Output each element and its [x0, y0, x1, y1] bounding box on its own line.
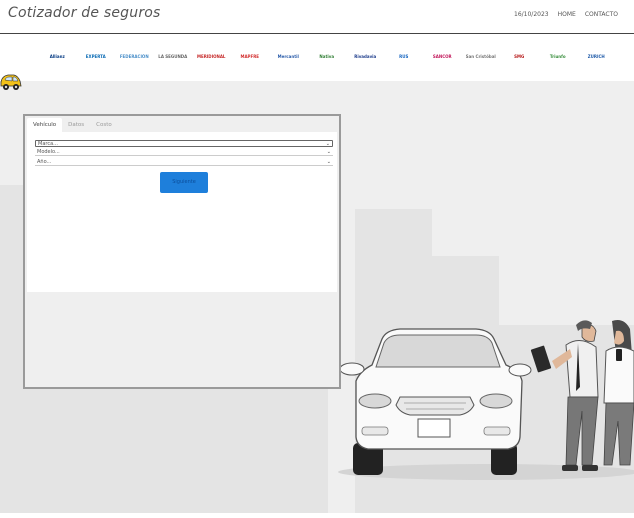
insurer-logos-strip: Allianz EXPERTA FEDERACIÓN LA SEGUNDA MERIDI… [0, 36, 634, 80]
chevron-down-icon: ⌄ [326, 149, 331, 155]
tab-vehicle[interactable]: Vehículo [27, 118, 63, 132]
brand-select-value: Marca... [38, 141, 58, 147]
tab-data[interactable]: Datos [62, 118, 90, 132]
page-bottom-strip [0, 513, 634, 518]
insurer-logo: Allianz [49, 54, 65, 59]
form-tabs: Vehículo Datos Costo [27, 118, 118, 132]
insurer-logo: Rivadavia [354, 54, 377, 59]
tab-cost[interactable]: Costo [90, 118, 118, 132]
year-select-value: Año... [37, 159, 52, 165]
insurer-logo: LA SEGUNDA [158, 54, 188, 59]
year-select[interactable]: Año... ⌄ [35, 158, 333, 166]
insurer-logo: RUS [399, 54, 409, 59]
model-select[interactable]: Modelo... ⌄ [35, 148, 333, 156]
insurer-logo: San Cristóbal [465, 54, 496, 59]
insurer-logo: EXPERTA [85, 54, 106, 59]
site-header: Cotizador de seguros 16/10/2023 HOME CON… [0, 0, 634, 34]
chevron-down-icon: ⌄ [326, 159, 331, 165]
insurer-logos: Allianz EXPERTA FEDERACIÓN LA SEGUNDA MERIDI… [38, 54, 616, 59]
nav-home-link[interactable]: HOME [558, 11, 576, 18]
chevron-down-icon: ⌄ [325, 141, 330, 147]
insurer-logo: SMG [514, 54, 525, 59]
model-select-value: Modelo... [37, 149, 60, 155]
insurer-logo: MAPFRE [240, 54, 260, 59]
next-button[interactable]: Siguiente [160, 172, 208, 193]
insurer-logo: ZURICH [587, 54, 605, 59]
insurer-logo: Triunfo [549, 54, 566, 59]
insurer-logo: Mercantil [277, 54, 299, 59]
insurer-logo: Nativa [319, 54, 335, 59]
insurer-logo: FEDERACIÓN [119, 54, 149, 59]
site-title: Cotizador de seguros [8, 5, 161, 21]
vehicle-form: Marca... ⌄ Modelo... ⌄ Año... ⌄ Siguient… [27, 132, 337, 292]
insurer-logo: MERIDIONAL [197, 54, 226, 59]
top-nav: 16/10/2023 HOME CONTACTO [514, 11, 618, 18]
quote-form-panel: Vehículo Datos Costo Marca... ⌄ Modelo..… [23, 114, 341, 389]
date-label: 16/10/2023 [514, 11, 549, 18]
taxi-icon [0, 74, 22, 90]
brand-select[interactable]: Marca... ⌄ [35, 140, 333, 147]
insurer-logo: SANCOR [432, 54, 452, 59]
nav-contact-link[interactable]: CONTACTO [585, 11, 618, 18]
